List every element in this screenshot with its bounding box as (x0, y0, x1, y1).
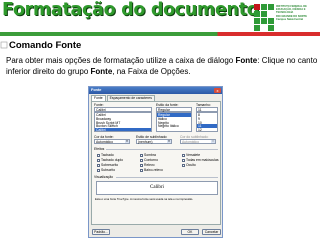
list-item[interactable]: Negrito Itálico (157, 124, 191, 128)
cancel-button[interactable]: Cancelar (202, 229, 221, 235)
size-list[interactable]: 8 9 10 11 12 (196, 112, 218, 132)
body-text-part: Para obter mais opções de formatação uti… (6, 56, 236, 65)
checkbox-icon (97, 168, 100, 172)
checkbox-engrave[interactable]: Baixo-relevo (140, 168, 163, 172)
effects-label: Efeitos (94, 147, 105, 151)
checkbox-label: Subscrito (101, 168, 116, 172)
checkbox-label: Tachado duplo (101, 158, 124, 162)
body-paragraph: Para obter mais opções de formatação uti… (6, 55, 318, 77)
logo-text: INSTITUTO FEDERAL DE EDUCAÇÃO, CIÊNCIA E… (276, 5, 318, 21)
subheading-text: Comando Fonte (9, 40, 82, 51)
style-list[interactable]: Regular Itálico Negrito Negrito Itálico (156, 112, 192, 132)
institution-logo: INSTITUTO FEDERAL DE EDUCAÇÃO, CIÊNCIA E… (254, 4, 318, 32)
default-button[interactable]: Padrão... (92, 229, 110, 235)
checkbox-subscript[interactable]: Subscrito (97, 168, 115, 172)
font-list[interactable]: Calibri Broadway Brush Script MT Buxton … (94, 112, 152, 132)
checkbox-label: Tachado (101, 153, 114, 157)
checkbox-double-strikethrough[interactable]: Tachado duplo (97, 158, 123, 162)
checkbox-shadow[interactable]: Sombra (140, 153, 156, 157)
effects-divider (106, 149, 218, 150)
truetype-note: Esta é uma fonte TrueType. A mesma fonte… (95, 197, 194, 201)
checkbox-label: Sombra (144, 153, 156, 157)
underline-style-select[interactable]: (nenhum) (136, 139, 172, 144)
checkbox-icon (182, 163, 185, 167)
logo-mark-icon (254, 4, 274, 31)
checkbox-emboss[interactable]: Relevo (140, 163, 155, 167)
dialog-panel: Fonte: Calibri Calibri Broadway Brush Sc… (91, 101, 221, 225)
checkbox-icon (97, 153, 100, 157)
close-icon[interactable]: x (214, 88, 221, 93)
preview-label: Visualização (94, 175, 113, 179)
body-text-part: , na Faixa de Opções. (112, 67, 191, 76)
checkbox-strikethrough[interactable]: Tachado (97, 153, 114, 157)
checkbox-label: Baixo-relevo (144, 168, 163, 172)
slide-title: Formatação do documento (2, 0, 259, 20)
body-bold-fonte: Fonte (90, 67, 113, 76)
checkbox-label: Oculto (186, 163, 196, 167)
checkbox-icon (140, 168, 143, 172)
checkbox-label: Contorno (144, 158, 158, 162)
preview-text: Calibri (150, 185, 164, 190)
checkbox-icon (182, 158, 185, 162)
font-color-select[interactable]: Automático (94, 139, 130, 144)
preview-box: Calibri (96, 181, 218, 195)
header-divider (0, 32, 320, 36)
checkbox-label: Todas em maiúsculas (186, 158, 219, 162)
subheading: Comando Fonte (0, 40, 81, 51)
checkbox-outline[interactable]: Contorno (140, 158, 158, 162)
underline-color-select[interactable]: Automático (180, 139, 216, 144)
checkbox-icon (182, 153, 185, 157)
checkbox-superscript[interactable]: Sobrescrito (97, 163, 118, 167)
checkbox-icon (97, 163, 100, 167)
list-item[interactable]: 12 (197, 128, 217, 131)
preview-divider (116, 177, 218, 178)
bullet-icon (0, 41, 8, 49)
checkbox-label: Sobrescrito (101, 163, 119, 167)
checkbox-icon (97, 158, 100, 162)
ok-button[interactable]: OK (181, 229, 199, 235)
dialog-title: Fonte (89, 87, 222, 94)
body-bold-fonte: Fonte (235, 56, 258, 65)
checkbox-hidden[interactable]: Oculto (182, 163, 196, 167)
logo-line: Campus Natal-Central (276, 17, 304, 21)
checkbox-small-caps[interactable]: Versalete (182, 153, 200, 157)
checkbox-all-caps[interactable]: Todas em maiúsculas (182, 158, 219, 162)
list-item-selected[interactable]: Calibri (95, 128, 151, 131)
checkbox-label: Relevo (144, 163, 155, 167)
checkbox-icon (140, 158, 143, 162)
font-dialog-screenshot: Fonte x Fonte Espaçamento de caracteres … (88, 86, 223, 238)
checkbox-icon (140, 153, 143, 157)
checkbox-icon (140, 163, 143, 167)
checkbox-label: Versalete (186, 153, 201, 157)
